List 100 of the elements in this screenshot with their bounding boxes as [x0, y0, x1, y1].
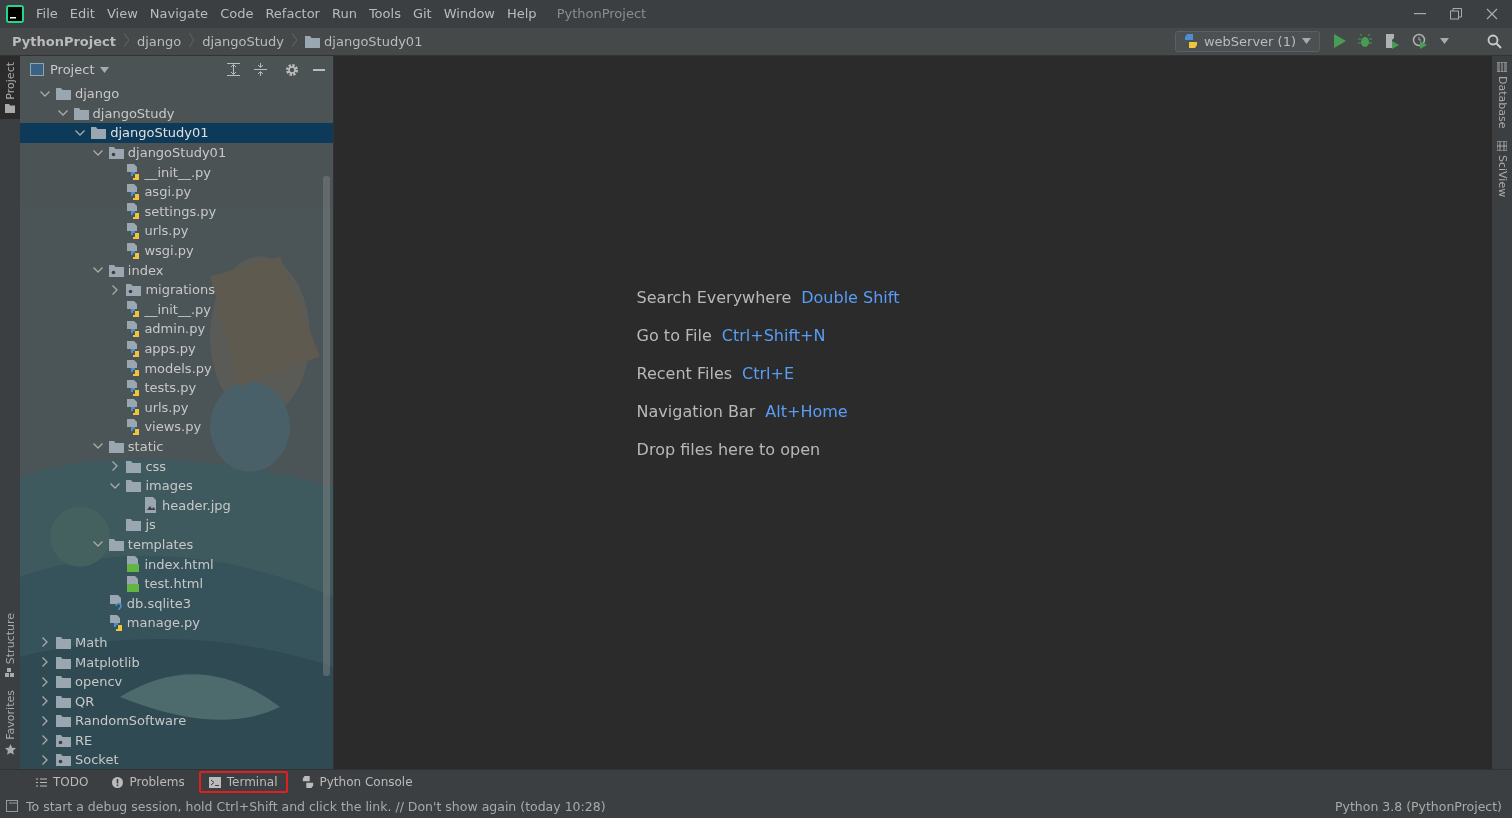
- caret-icon[interactable]: [1440, 38, 1449, 45]
- tree-item[interactable]: asgi.py: [20, 181, 333, 202]
- tree-item[interactable]: js: [20, 515, 333, 535]
- run-configuration-dropdown[interactable]: webServer (1): [1174, 30, 1320, 52]
- tree-item[interactable]: django: [20, 84, 333, 104]
- chevron-right-icon[interactable]: [112, 461, 119, 472]
- menu-item[interactable]: Tools: [362, 6, 407, 22]
- run-icon[interactable]: [1334, 34, 1346, 49]
- restore-icon[interactable]: [1450, 7, 1462, 20]
- menu-item[interactable]: Window: [437, 6, 501, 22]
- tree-item[interactable]: db.sqlite3: [20, 593, 333, 614]
- bug-icon[interactable]: [1358, 34, 1372, 49]
- collapse-all-icon[interactable]: [254, 63, 267, 76]
- tree-item[interactable]: urls.py: [20, 221, 333, 241]
- tree-item[interactable]: index: [20, 260, 333, 280]
- tree-item[interactable]: migrations: [20, 279, 333, 300]
- menu-item[interactable]: Edit: [63, 6, 101, 22]
- menu-item[interactable]: Refactor: [259, 6, 326, 22]
- minimize-icon[interactable]: [1414, 12, 1426, 15]
- tree-item[interactable]: wsgi.py: [20, 240, 333, 261]
- chevron-down-icon[interactable]: [57, 110, 68, 117]
- caret-icon: [100, 66, 110, 73]
- chevron-down-icon[interactable]: [92, 443, 103, 450]
- tree-item[interactable]: static: [20, 436, 333, 457]
- tree-item[interactable]: header.jpg: [20, 495, 333, 516]
- chevron-right-icon[interactable]: [42, 735, 48, 746]
- chevron-down-icon[interactable]: [40, 90, 50, 97]
- tool-window-tab[interactable]: Structure: [0, 607, 20, 685]
- chevron-right-icon[interactable]: [112, 284, 119, 295]
- html-file-icon: [126, 556, 141, 573]
- tool-window-tab[interactable]: SciView: [1492, 134, 1512, 203]
- tree-item[interactable]: index.html: [20, 554, 333, 574]
- tree-item[interactable]: views.py: [20, 417, 333, 437]
- menu-item[interactable]: Code: [214, 6, 260, 22]
- breadcrumb[interactable]: PythonProject: [12, 33, 116, 49]
- menu-item[interactable]: File: [30, 6, 64, 22]
- tool-window-tab[interactable]: Terminal: [198, 771, 288, 793]
- tree-item[interactable]: djangoStudy01: [20, 142, 333, 163]
- chevron-right-icon[interactable]: [42, 696, 48, 707]
- layout-icon[interactable]: [6, 800, 18, 812]
- tree-item[interactable]: images: [20, 475, 333, 496]
- tree-item[interactable]: models.py: [20, 358, 333, 378]
- html-file-icon: [126, 575, 141, 592]
- tree-item[interactable]: Socket: [20, 750, 333, 769]
- tool-window-tab[interactable]: TODO: [26, 771, 99, 793]
- chevron-down-icon[interactable]: [110, 482, 121, 489]
- scrollbar[interactable]: [323, 176, 330, 676]
- tree-item[interactable]: apps.py: [20, 338, 333, 359]
- breadcrumb[interactable]: django: [136, 33, 182, 49]
- tree-item[interactable]: templates: [20, 534, 333, 555]
- chevron-right-icon[interactable]: [42, 657, 48, 667]
- coverage-icon[interactable]: [1384, 33, 1400, 50]
- tree-item[interactable]: Matplotlib: [20, 652, 333, 672]
- tree-item[interactable]: RandomSoftware: [20, 711, 333, 731]
- image-file-icon: [144, 497, 158, 514]
- tool-window-tab[interactable]: Problems: [102, 771, 195, 793]
- chevron-down-icon[interactable]: [92, 149, 103, 156]
- chevron-right-icon[interactable]: [42, 637, 48, 648]
- database-icon: [1497, 62, 1507, 72]
- menu-item[interactable]: Help: [501, 6, 543, 22]
- breadcrumb[interactable]: djangoStudy: [202, 33, 285, 49]
- tree-item[interactable]: __init__.py: [20, 162, 333, 182]
- tree-item[interactable]: opencv: [20, 671, 333, 692]
- tree-item[interactable]: djangoStudy01: [20, 123, 333, 143]
- minimize-icon[interactable]: [313, 68, 325, 71]
- tool-window-tab[interactable]: Favorites: [0, 684, 20, 761]
- search-icon[interactable]: [1487, 33, 1502, 49]
- tree-item[interactable]: tests.py: [20, 377, 333, 398]
- tree-item[interactable]: djangoStudy: [20, 103, 333, 124]
- tree-item[interactable]: QR: [20, 691, 333, 711]
- menu-item[interactable]: View: [100, 6, 144, 22]
- chevron-down-icon[interactable]: [75, 130, 86, 136]
- tool-window-tab[interactable]: Python Console: [291, 771, 423, 793]
- settings-icon[interactable]: [285, 62, 299, 77]
- breadcrumb[interactable]: djangoStudy01: [305, 33, 423, 49]
- chevron-down-icon[interactable]: [92, 267, 103, 274]
- tree-item[interactable]: manage.py: [20, 613, 333, 633]
- tree-item[interactable]: urls.py: [20, 397, 333, 418]
- menu-item[interactable]: Run: [325, 6, 363, 22]
- tree-item[interactable]: Math: [20, 632, 333, 653]
- tree-item[interactable]: __init__.py: [20, 299, 333, 320]
- project-view-dropdown[interactable]: Project: [30, 62, 110, 77]
- menu-item[interactable]: Git: [406, 6, 438, 22]
- tree-item[interactable]: css: [20, 456, 333, 476]
- tree-item[interactable]: settings.py: [20, 201, 333, 222]
- menu-item[interactable]: Navigate: [143, 6, 215, 22]
- expand-all-icon[interactable]: [227, 63, 240, 76]
- chevron-right-icon[interactable]: [42, 676, 48, 687]
- tool-window-tab[interactable]: Database: [1492, 56, 1512, 135]
- chevron-right-icon[interactable]: [42, 755, 48, 765]
- profile-icon[interactable]: [1412, 33, 1428, 50]
- interpreter-indicator[interactable]: Python 3.8 (PythonProject): [1335, 798, 1502, 814]
- tree-item[interactable]: admin.py: [20, 319, 333, 339]
- tool-window-tab[interactable]: Project: [0, 56, 20, 119]
- tree-item[interactable]: RE: [20, 730, 333, 751]
- chevron-right-icon[interactable]: [42, 715, 48, 726]
- app-logo-icon: [6, 4, 24, 23]
- chevron-down-icon[interactable]: [92, 541, 103, 548]
- close-icon[interactable]: [1486, 7, 1498, 20]
- tree-item[interactable]: test.html: [20, 573, 333, 594]
